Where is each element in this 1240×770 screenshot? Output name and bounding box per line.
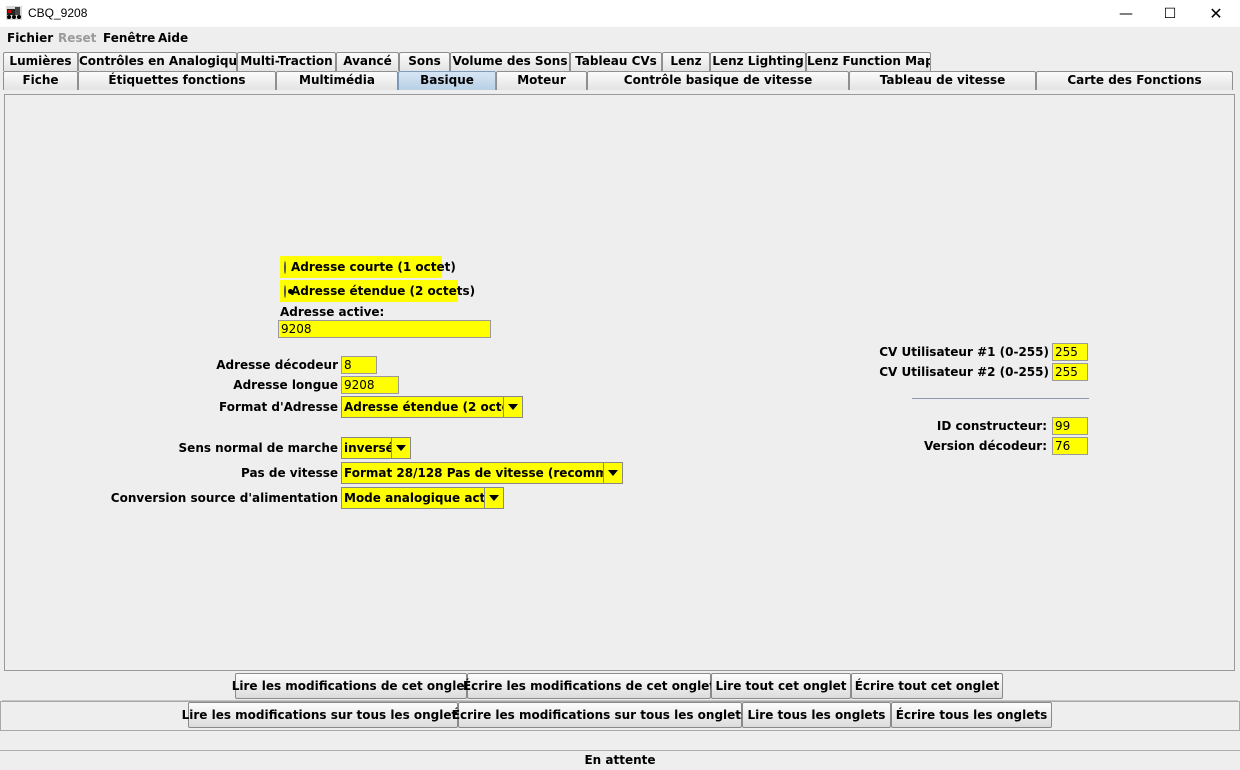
manufacturer-label: ID constructeur: [936, 419, 1047, 433]
user-cv2-label: CV Utilisateur #2 (0-255) [879, 365, 1049, 379]
read-all-tab-button[interactable]: Lire tout cet onglet [711, 673, 851, 699]
speed-steps-value: Format 28/128 Pas de vitesse (recommandé… [344, 466, 603, 480]
manufacturer-field[interactable]: 99 [1052, 417, 1088, 435]
read-all-tabs-button[interactable]: Lire tous les onglets [742, 702, 891, 728]
chevron-down-icon[interactable] [391, 438, 410, 458]
maximize-button[interactable]: ☐ [1147, 0, 1193, 27]
address-format-value: Adresse étendue (2 octets) [344, 400, 503, 414]
tab-function-labels[interactable]: Étiquettes fonctions [78, 71, 276, 90]
separator [912, 398, 1089, 399]
tab-analog-controls[interactable]: Contrôles en Analogique [78, 52, 237, 71]
user-cv1-field[interactable]: 255 [1052, 343, 1088, 361]
radio-checked-icon [284, 284, 293, 298]
active-address-field[interactable]: 9208 [278, 320, 491, 338]
decoder-version-label: Version décodeur: [924, 439, 1047, 453]
radio-unchecked-icon [284, 260, 286, 274]
write-all-tab-button[interactable]: Écrire tout cet onglet [851, 673, 1003, 699]
close-button[interactable]: ✕ [1193, 0, 1239, 27]
direction-label: Sens normal de marche [178, 441, 338, 455]
window-title: CBQ_9208 [28, 6, 88, 20]
write-changes-tab-button[interactable]: Écrire les modifications de cet onglet [463, 673, 715, 699]
tab-sounds[interactable]: Sons [399, 52, 450, 71]
active-address-label: Adresse active: [280, 305, 385, 319]
user-cv2-field[interactable]: 255 [1052, 363, 1088, 381]
title-bar [0, 0, 1240, 27]
minimize-button[interactable]: — [1103, 0, 1149, 27]
speed-steps-label: Pas de vitesse [240, 466, 338, 480]
tab-media[interactable]: Multimédia [276, 71, 398, 90]
tab-consist[interactable]: Multi-Traction [237, 52, 336, 71]
decoder-version-field[interactable]: 76 [1052, 437, 1088, 455]
direction-dropdown[interactable]: inversé [341, 437, 411, 459]
read-changes-tab-button[interactable]: Lire les modifications de cet onglet [232, 673, 470, 699]
read-changes-all-button[interactable]: Lire les modifications sur tous les ongl… [182, 702, 464, 728]
short-address-radio[interactable]: Adresse courte (1 octet) [280, 256, 456, 278]
short-address-label: Adresse courte (1 octet) [291, 260, 456, 274]
tab-basic-speed-control[interactable]: Contrôle basique de vitesse [587, 71, 849, 90]
tab-cv-table[interactable]: Tableau CVs [570, 52, 662, 71]
locomotive-icon [6, 6, 22, 20]
tab-motor[interactable]: Moteur [496, 71, 587, 90]
write-all-tabs-button[interactable]: Écrire tous les onglets [891, 702, 1052, 728]
menu-help[interactable]: Aide [158, 31, 188, 45]
user-cv1-label: CV Utilisateur #1 (0-255) [879, 345, 1049, 359]
write-changes-all-button[interactable]: Écrire les modifications sur tous les on… [452, 702, 748, 728]
extended-address-radio[interactable]: Adresse étendue (2 octets) [280, 280, 475, 302]
decoder-address-label: Adresse décodeur [216, 358, 338, 372]
menu-window[interactable]: Fenêtre [103, 31, 155, 45]
chevron-down-icon[interactable] [603, 463, 622, 483]
speed-steps-dropdown[interactable]: Format 28/128 Pas de vitesse (recommandé… [341, 462, 623, 484]
long-address-label: Adresse longue [233, 378, 338, 392]
tab-advanced[interactable]: Avancé [336, 52, 399, 71]
address-format-dropdown[interactable]: Adresse étendue (2 octets) [341, 396, 523, 418]
power-source-label: Conversion source d'alimentation [110, 491, 338, 505]
power-source-dropdown[interactable]: Mode analogique activé [341, 487, 504, 509]
power-source-value: Mode analogique activé [344, 491, 484, 505]
status-bar: En attente [0, 750, 1240, 769]
tab-function-map[interactable]: Carte des Fonctions [1036, 71, 1233, 90]
tab-roster-entry[interactable]: Fiche [3, 71, 78, 90]
tab-lenz-lighting[interactable]: Lenz Lighting [710, 52, 806, 71]
chevron-down-icon[interactable] [503, 397, 522, 417]
menu-reset[interactable]: Reset [58, 31, 96, 45]
long-address-field[interactable]: 9208 [341, 376, 399, 394]
tab-speed-table[interactable]: Tableau de vitesse [849, 71, 1036, 90]
tab-lights[interactable]: Lumières [3, 52, 78, 71]
tab-basic[interactable]: Basique [398, 71, 496, 90]
decoder-address-field[interactable]: 8 [341, 356, 377, 374]
extended-address-label: Adresse étendue (2 octets) [291, 284, 476, 298]
menu-file[interactable]: Fichier [7, 31, 53, 45]
address-format-label: Format d'Adresse [218, 400, 338, 414]
tab-lenz[interactable]: Lenz [662, 52, 710, 71]
tab-lenz-function-map[interactable]: Lenz Function Map [806, 52, 931, 71]
tab-sound-volume[interactable]: Volume des Sons [450, 52, 570, 71]
direction-value: inversé [344, 441, 391, 455]
chevron-down-icon[interactable] [484, 488, 503, 508]
